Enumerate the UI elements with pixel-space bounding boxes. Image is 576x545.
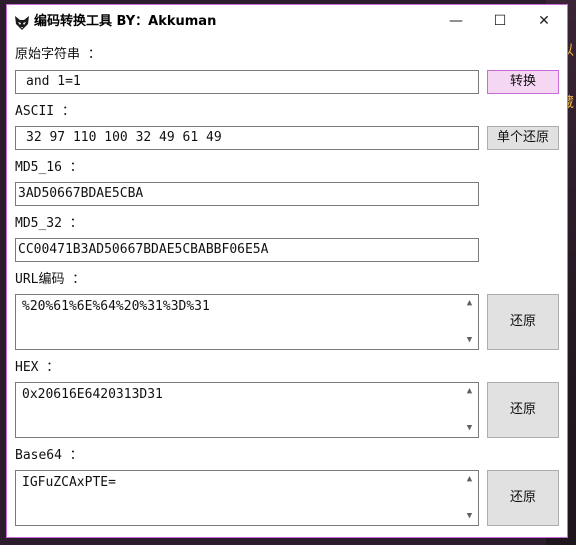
app-window: 编码转换工具 BY：Akkuman — ☐ ✕ 原始字符串 ： and 1=1 … xyxy=(6,4,568,538)
ascii-label: ASCII ： xyxy=(15,104,75,119)
base64-textarea[interactable]: IGFuZCAxPTE= ▲ ▼ xyxy=(15,470,479,526)
ascii-input[interactable]: 32 97 110 100 32 49 61 49 xyxy=(15,126,479,150)
minimize-button[interactable]: — xyxy=(433,5,479,39)
hex-restore-button[interactable]: 还原 xyxy=(487,382,559,438)
scroll-down-icon[interactable]: ▼ xyxy=(461,508,478,525)
hex-label: HEX ： xyxy=(15,360,60,375)
url-encode-scrollbar[interactable]: ▲ ▼ xyxy=(461,295,478,349)
original-string-input[interactable]: and 1=1 xyxy=(15,70,479,94)
convert-button[interactable]: 转换 xyxy=(487,70,559,94)
scroll-up-icon[interactable]: ▲ xyxy=(461,295,478,312)
fox-icon xyxy=(15,16,29,30)
url-encode-textarea[interactable]: %20%61%6E%64%20%31%3D%31 ▲ ▼ xyxy=(15,294,479,350)
close-button[interactable]: ✕ xyxy=(521,5,567,39)
scroll-down-icon[interactable]: ▼ xyxy=(461,420,478,437)
hex-textarea[interactable]: 0x20616E6420313D31 ▲ ▼ xyxy=(15,382,479,438)
md5-32-input[interactable]: CC00471B3AD50667BDAE5CBABBF06E5A xyxy=(15,238,479,262)
url-encode-label: URL编码 ： xyxy=(15,272,86,287)
title-bar[interactable]: 编码转换工具 BY：Akkuman — ☐ ✕ xyxy=(7,5,567,39)
hex-scrollbar[interactable]: ▲ ▼ xyxy=(461,383,478,437)
md5-32-label: MD5_32 ： xyxy=(15,216,83,231)
ascii-restore-button[interactable]: 单个还原 xyxy=(487,126,559,150)
scroll-down-icon[interactable]: ▼ xyxy=(461,332,478,349)
md5-16-label: MD5_16 ： xyxy=(15,160,83,175)
hex-value: 0x20616E6420313D31 xyxy=(22,387,163,402)
base64-scrollbar[interactable]: ▲ ▼ xyxy=(461,471,478,525)
base64-restore-button[interactable]: 还原 xyxy=(487,470,559,526)
maximize-button[interactable]: ☐ xyxy=(477,5,523,39)
base64-label: Base64 ： xyxy=(15,448,83,463)
window-title: 编码转换工具 BY：Akkuman xyxy=(34,14,217,29)
md5-16-input[interactable]: 3AD50667BDAE5CBA xyxy=(15,182,479,206)
url-restore-button[interactable]: 还原 xyxy=(487,294,559,350)
scroll-up-icon[interactable]: ▲ xyxy=(461,383,478,400)
url-encode-value: %20%61%6E%64%20%31%3D%31 xyxy=(22,299,210,314)
original-string-label: 原始字符串 ： xyxy=(15,47,101,62)
scroll-up-icon[interactable]: ▲ xyxy=(461,471,478,488)
base64-value: IGFuZCAxPTE= xyxy=(22,475,116,490)
